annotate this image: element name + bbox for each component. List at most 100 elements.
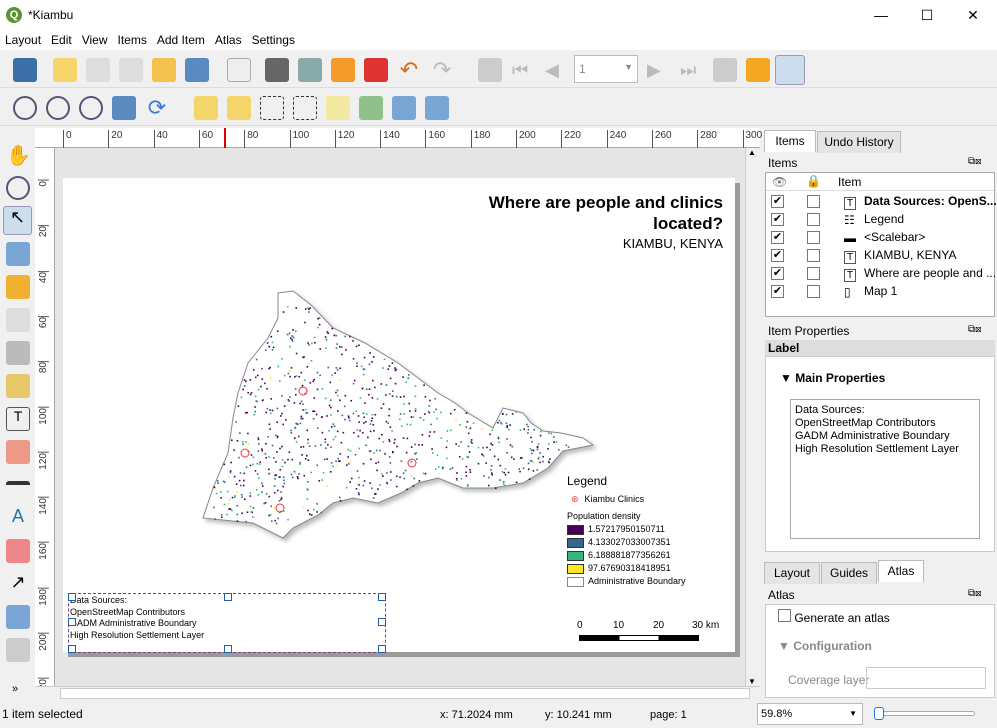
item-row[interactable]: ✔ T Where are people and ... — [766, 265, 996, 283]
raise-items-icon[interactable] — [326, 96, 350, 120]
distribute-items-icon[interactable] — [392, 96, 416, 120]
add-shape-icon[interactable] — [6, 539, 30, 563]
export-atlas-icon[interactable] — [746, 58, 770, 82]
zoom-slider[interactable] — [874, 707, 975, 720]
lock-checkbox[interactable] — [807, 195, 820, 208]
refresh-icon[interactable]: ⟳ — [145, 96, 169, 120]
visibility-checkbox[interactable]: ✔ — [771, 249, 784, 262]
item-row[interactable]: ✔ ▯ Map 1 — [766, 283, 994, 301]
zoom-tool-icon[interactable] — [6, 176, 30, 200]
add-3d-map-icon[interactable] — [6, 341, 30, 365]
add-html-icon[interactable] — [6, 638, 30, 662]
item-column-header[interactable]: Item — [838, 175, 861, 189]
zoom-select[interactable]: 59.8% ▼ — [757, 703, 863, 725]
lock-checkbox[interactable] — [807, 285, 820, 298]
visibility-checkbox[interactable]: ✔ — [771, 213, 784, 226]
add-arrow-icon[interactable]: ↗ — [6, 572, 30, 596]
save-icon[interactable] — [13, 58, 37, 82]
add-north-arrow-icon[interactable]: A — [6, 506, 30, 530]
duplicate-layout-icon[interactable] — [86, 58, 110, 82]
resize-handle[interactable] — [68, 645, 76, 653]
scalebar-item[interactable]: 0 10 20 30 km — [573, 618, 733, 648]
tab-undo-history[interactable]: Undo History — [817, 131, 901, 153]
resize-handle[interactable] — [378, 593, 386, 601]
tab-guides[interactable]: Guides — [821, 562, 877, 584]
atlas-settings-icon[interactable] — [775, 55, 805, 85]
layout-canvas[interactable]: Where are people and clinics located? KI… — [55, 148, 745, 686]
first-feature-icon[interactable]: ⏮ — [512, 58, 536, 82]
zoom-slider-handle[interactable] — [874, 707, 884, 720]
undo-icon[interactable]: ↶ — [397, 58, 421, 82]
resize-handle[interactable] — [68, 593, 76, 601]
add-label-icon[interactable]: T — [6, 407, 30, 431]
add-legend-icon[interactable] — [6, 440, 30, 464]
resize-handle[interactable] — [378, 618, 386, 626]
export-pdf-icon[interactable] — [364, 58, 388, 82]
menu-atlas[interactable]: Atlas — [210, 30, 247, 47]
minimize-button[interactable]: — — [858, 0, 904, 30]
group-items-icon[interactable] — [260, 96, 284, 120]
legend-item[interactable]: Legend ⊛ Kiambu Clinics Population densit… — [567, 474, 732, 589]
previous-feature-icon[interactable]: ◀ — [545, 58, 569, 82]
add-pages-icon[interactable] — [227, 58, 251, 82]
item-row[interactable]: ✔ ☷ Legend — [766, 211, 994, 229]
float-close-icons[interactable]: ⧉⊠ — [968, 588, 982, 599]
atlas-preview-icon[interactable] — [478, 58, 502, 82]
add-polyline-icon[interactable] — [6, 605, 30, 629]
lock-items-icon[interactable] — [194, 96, 218, 120]
atlas-page-select[interactable]: 1 ▼ — [574, 55, 638, 83]
visibility-checkbox[interactable]: ✔ — [771, 195, 784, 208]
map-item[interactable] — [193, 283, 613, 543]
add-picture-icon[interactable] — [6, 374, 30, 398]
layout-title[interactable]: Where are people and clinics located? — [423, 192, 723, 234]
item-row[interactable]: ✔ ▬ <Scalebar> — [766, 229, 994, 247]
lock-checkbox[interactable] — [807, 249, 820, 262]
lock-checkbox[interactable] — [807, 213, 820, 226]
align-items-icon[interactable] — [359, 96, 383, 120]
generate-atlas-checkbox[interactable]: Generate an atlas — [778, 609, 890, 625]
lock-checkbox[interactable] — [807, 231, 820, 244]
resize-handle[interactable] — [224, 593, 232, 601]
tab-items[interactable]: Items — [764, 130, 816, 152]
resize-handle[interactable] — [68, 618, 76, 626]
resize-handle[interactable] — [378, 645, 386, 653]
tab-layout[interactable]: Layout — [764, 562, 820, 584]
add-map-icon[interactable] — [6, 308, 30, 332]
horizontal-scrollbar[interactable] — [35, 686, 760, 700]
zoom-actual-icon[interactable] — [79, 96, 103, 120]
lock-checkbox[interactable] — [807, 267, 820, 280]
resize-items-icon[interactable] — [425, 96, 449, 120]
save-template-icon[interactable] — [185, 58, 209, 82]
unlock-items-icon[interactable] — [227, 96, 251, 120]
scroll-thumb[interactable] — [60, 688, 750, 699]
label-text-area[interactable]: Data Sources: OpenStreetMap Contributors G… — [790, 399, 980, 539]
last-feature-icon[interactable]: ⏭ — [680, 58, 704, 82]
new-layout-icon[interactable] — [53, 58, 77, 82]
export-svg-icon[interactable] — [331, 58, 355, 82]
visibility-checkbox[interactable]: ✔ — [771, 267, 784, 280]
resize-handle[interactable] — [224, 645, 232, 653]
zoom-full-icon[interactable] — [112, 96, 136, 120]
menu-edit[interactable]: Edit — [46, 30, 77, 47]
next-feature-icon[interactable]: ▶ — [647, 58, 671, 82]
redo-icon[interactable]: ↷ — [430, 58, 454, 82]
open-folder-icon[interactable] — [152, 58, 176, 82]
vertical-scrollbar[interactable]: ▲ ▼ — [745, 148, 760, 688]
menu-layout[interactable]: Layout — [0, 30, 46, 47]
item-row[interactable]: ✔ T KIAMBU, KENYA — [766, 247, 994, 265]
visibility-checkbox[interactable]: ✔ — [771, 285, 784, 298]
float-close-icons[interactable]: ⧉⊠ — [968, 156, 982, 167]
data-sources-label[interactable]: Data Sources: OpenStreetMap Contributors… — [68, 593, 386, 653]
close-button[interactable]: ✕ — [950, 0, 996, 30]
zoom-out-icon[interactable] — [46, 96, 70, 120]
print-atlas-icon[interactable] — [713, 58, 737, 82]
menu-add-item[interactable]: Add Item — [152, 30, 210, 47]
coverage-layer-select[interactable] — [866, 667, 986, 689]
menu-view[interactable]: View — [77, 30, 113, 47]
more-tools-icon[interactable]: » — [12, 683, 18, 695]
float-close-icons[interactable]: ⧉⊠ — [968, 324, 982, 335]
tab-atlas[interactable]: Atlas — [878, 560, 924, 582]
select-move-icon[interactable]: ↖ — [3, 206, 32, 235]
add-scalebar-icon[interactable] — [6, 481, 30, 495]
scroll-up-icon[interactable]: ▲ — [748, 148, 756, 157]
